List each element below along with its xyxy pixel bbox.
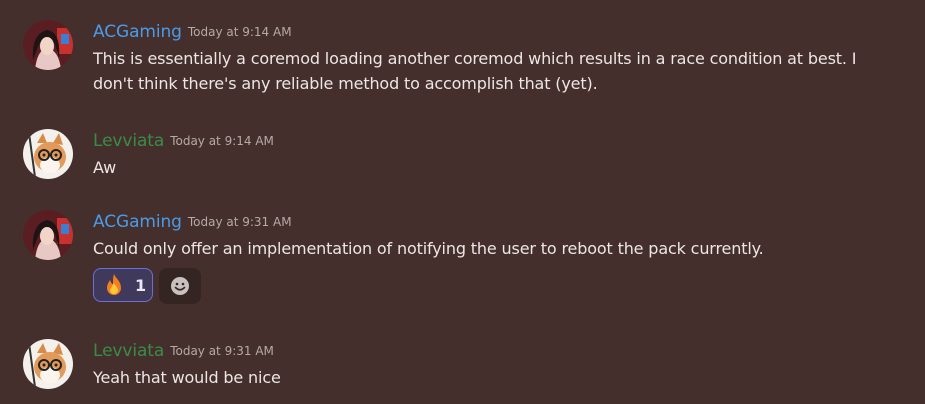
message-content: This is essentially a coremod loading an…: [93, 46, 911, 96]
smiley-plus-icon: [171, 277, 189, 295]
message-line: Yeah that would be nice: [93, 368, 281, 387]
reaction-count: 1: [135, 275, 147, 295]
message-line: Aw: [93, 158, 117, 177]
timestamp[interactable]: Today at 9:14 AM: [188, 25, 292, 39]
anime-girl-avatar-icon: [23, 20, 73, 70]
message-line: Could only offer an implementation of no…: [93, 239, 764, 258]
avatar[interactable]: [23, 339, 73, 389]
username[interactable]: ACGaming: [93, 212, 182, 232]
fox-glasses-avatar-icon: [23, 129, 73, 179]
message-header: Levviata Today at 9:14 AM: [93, 131, 274, 151]
reaction-fire[interactable]: 1: [93, 268, 153, 302]
anime-girl-avatar-icon: [23, 210, 73, 260]
message-header: Levviata Today at 9:31 AM: [93, 341, 274, 361]
avatar[interactable]: [23, 20, 73, 70]
avatar[interactable]: [23, 210, 73, 260]
message-header: ACGaming Today at 9:14 AM: [93, 22, 292, 42]
fire-emoji-icon: [107, 274, 121, 295]
username[interactable]: Levviata: [93, 131, 164, 151]
timestamp[interactable]: Today at 9:31 AM: [170, 344, 274, 358]
message-line: don't think there's any reliable method …: [93, 74, 598, 93]
fox-glasses-avatar-icon: [23, 339, 73, 389]
message-header: ACGaming Today at 9:31 AM: [93, 212, 292, 232]
username[interactable]: Levviata: [93, 341, 164, 361]
timestamp[interactable]: Today at 9:31 AM: [188, 215, 292, 229]
reactions-bar: 1: [93, 268, 201, 304]
message-line: This is essentially a coremod loading an…: [93, 49, 857, 68]
add-reaction-button[interactable]: [159, 268, 201, 304]
message-content: Yeah that would be nice: [93, 365, 911, 390]
message-content: Could only offer an implementation of no…: [93, 236, 911, 261]
message-content: Aw: [93, 155, 911, 180]
username[interactable]: ACGaming: [93, 22, 182, 42]
timestamp[interactable]: Today at 9:14 AM: [170, 134, 274, 148]
avatar[interactable]: [23, 129, 73, 179]
